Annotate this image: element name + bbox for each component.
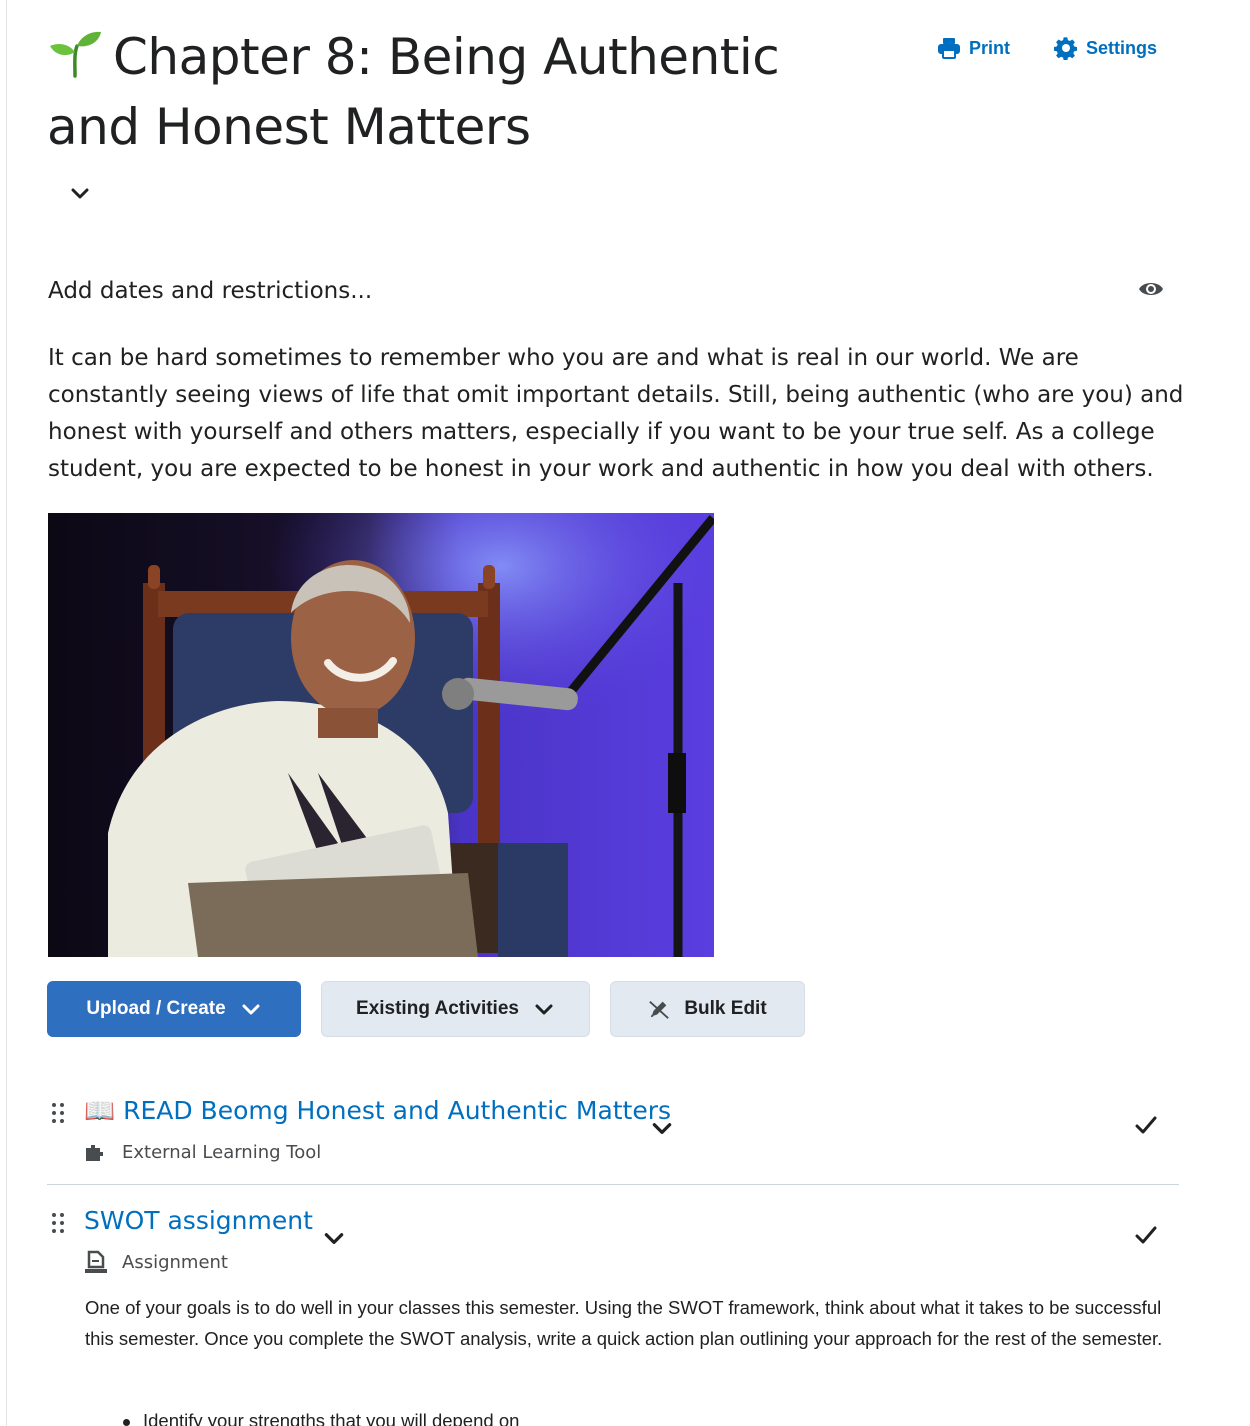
item-title-link[interactable]: 📖 READ Beomg Honest and Authentic Matter… xyxy=(84,1096,671,1126)
checkmark-icon[interactable] xyxy=(1133,1222,1159,1248)
item-type-label: External Learning Tool xyxy=(122,1141,322,1163)
intro-paragraph: It can be hard sometimes to remember who… xyxy=(48,345,1184,482)
item-description: One of your goals is to do well in your … xyxy=(85,1297,1163,1349)
bulk-edit-button[interactable]: Bulk Edit xyxy=(610,981,805,1037)
chevron-down-icon[interactable] xyxy=(69,182,91,204)
eye-icon[interactable] xyxy=(1138,278,1164,300)
list-item: 📖 READ Beomg Honest and Authentic Matter… xyxy=(47,1090,1179,1185)
left-border xyxy=(6,0,7,1426)
speaker-photo-illustration xyxy=(48,513,714,957)
chevron-down-icon[interactable] xyxy=(650,1116,674,1140)
item-type-label: Assignment xyxy=(122,1251,228,1273)
chevron-down-icon[interactable] xyxy=(322,1226,346,1250)
chevron-down-icon xyxy=(535,1004,553,1015)
item-title-link[interactable]: SWOT assignment xyxy=(84,1206,313,1235)
list-item: SWOT assignment Assignment One of your g… xyxy=(47,1200,1179,1426)
drag-handle-icon[interactable] xyxy=(51,1212,65,1234)
upload-create-button[interactable]: Upload / Create xyxy=(47,981,301,1037)
page-title-text: Chapter 8: Being Authentic and Honest Ma… xyxy=(47,28,780,156)
puzzle-icon xyxy=(86,1145,103,1161)
add-dates-restrictions-link[interactable]: Add dates and restrictions... xyxy=(48,278,372,304)
settings-label: Settings xyxy=(1085,37,1157,58)
gear-icon xyxy=(1053,37,1077,60)
bullet-item: Identify your strengths that you will de… xyxy=(122,1410,519,1426)
top-actions: Print Settings xyxy=(937,36,1157,60)
item-type: Assignment xyxy=(84,1250,228,1274)
drag-handle-icon[interactable] xyxy=(51,1102,65,1124)
chevron-down-icon xyxy=(242,1004,260,1015)
page-header: Chapter 8: Being Authentic and Honest Ma… xyxy=(47,22,1187,199)
pencil-icon xyxy=(649,1000,670,1019)
page-title: Chapter 8: Being Authentic and Honest Ma… xyxy=(47,22,807,162)
item-type: External Learning Tool xyxy=(84,1140,321,1164)
speaker-photo xyxy=(48,513,714,957)
sprout-icon xyxy=(50,31,101,78)
assignment-icon xyxy=(85,1250,107,1273)
printer-icon xyxy=(937,38,960,59)
print-label: Print xyxy=(968,37,1010,58)
existing-activities-label: Existing Activities xyxy=(356,998,519,1019)
bulk-edit-label: Bulk Edit xyxy=(684,998,767,1019)
upload-create-label: Upload / Create xyxy=(86,998,226,1019)
existing-activities-button[interactable]: Existing Activities xyxy=(321,981,590,1037)
print-button[interactable]: Print xyxy=(937,36,1010,60)
settings-button[interactable]: Settings xyxy=(1053,36,1157,60)
content-toolbar: Upload / Create Existing Activities Bulk… xyxy=(47,981,805,1037)
checkmark-icon[interactable] xyxy=(1133,1112,1159,1138)
